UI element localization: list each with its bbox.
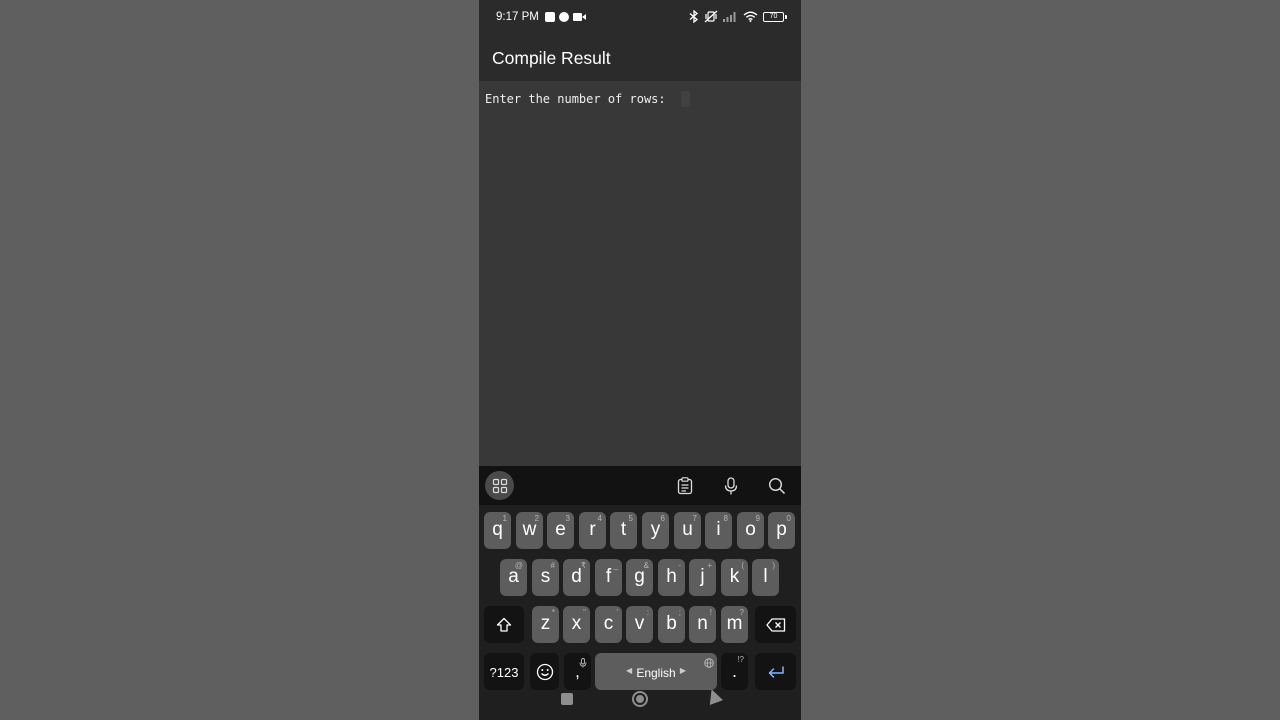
period-key[interactable]: . !? (721, 653, 748, 690)
shift-arrow-icon (484, 606, 524, 643)
recents-square-icon[interactable] (561, 693, 573, 705)
key-q[interactable]: q1 (484, 512, 511, 549)
key-e[interactable]: e3 (547, 512, 574, 549)
key-v[interactable]: v: (626, 606, 653, 643)
keyboard-toolbar (479, 466, 801, 505)
symbols-key[interactable]: ?123 (484, 653, 524, 690)
mic-hint-icon (579, 655, 587, 673)
signal-bars-icon (723, 12, 736, 22)
clipboard-icon[interactable] (674, 475, 696, 497)
app-bar: Compile Result (479, 34, 801, 81)
emoji-key[interactable] (530, 653, 559, 690)
status-time: 9:17 PM (496, 11, 539, 23)
back-triangle-icon[interactable] (705, 687, 723, 705)
key-r[interactable]: r4 (579, 512, 606, 549)
key-b[interactable]: b; (658, 606, 685, 643)
text-cursor (681, 91, 690, 107)
key-x[interactable]: x " (563, 606, 590, 643)
key-j[interactable]: j + (689, 559, 716, 596)
key-u[interactable]: u7 (674, 512, 701, 549)
key-p[interactable]: p0 (768, 512, 795, 549)
vibrate-off-icon (704, 10, 718, 23)
keyboard: q1 w2 e3 r4 t5 y6 u7 i8 o9 p0 a @ s # d ₹ f… (479, 505, 801, 720)
search-icon[interactable] (766, 475, 788, 497)
key-y[interactable]: y6 (642, 512, 669, 549)
page-title: Compile Result (492, 48, 611, 68)
key-f[interactable]: f _ (595, 559, 622, 596)
key-a[interactable]: a @ (500, 559, 527, 596)
key-d[interactable]: d ₹ (563, 559, 590, 596)
circle-dot-icon (559, 12, 569, 22)
key-m[interactable]: m? (721, 606, 748, 643)
key-n[interactable]: n! (689, 606, 716, 643)
key-l[interactable]: l) (752, 559, 779, 596)
key-c[interactable]: c ' (595, 606, 622, 643)
bluetooth-icon (689, 10, 699, 23)
grid-menu-icon[interactable] (485, 471, 514, 500)
upload-box-icon (545, 12, 555, 22)
key-z[interactable]: z * (532, 606, 559, 643)
key-i[interactable]: i8 (705, 512, 732, 549)
key-k[interactable]: k( (721, 559, 748, 596)
key-s[interactable]: s # (532, 559, 559, 596)
console-output-area[interactable]: Enter the number of rows: (479, 81, 801, 466)
battery-icon: 70 (763, 11, 787, 22)
backspace-icon (755, 606, 796, 643)
console-prompt-text: Enter the number of rows: (485, 92, 673, 106)
space-key[interactable]: ◀ English ▶ (595, 653, 717, 690)
home-circle-icon[interactable] (632, 691, 648, 707)
wifi-icon (743, 11, 758, 22)
key-o[interactable]: o9 (737, 512, 764, 549)
microphone-icon[interactable] (720, 475, 742, 497)
enter-arrow-icon (755, 653, 796, 690)
backspace-key[interactable] (755, 606, 796, 643)
shift-key[interactable] (484, 606, 524, 643)
video-camera-icon (573, 13, 586, 21)
key-g[interactable]: g & (626, 559, 653, 596)
key-w[interactable]: w2 (516, 512, 543, 549)
comma-key[interactable]: , (564, 653, 591, 690)
phone-screen: 9:17 PM 70 Compile Result Enter the numb… (479, 0, 801, 720)
status-bar: 9:17 PM 70 (479, 0, 801, 34)
key-t[interactable]: t5 (610, 512, 637, 549)
smiley-icon (530, 653, 559, 690)
key-h[interactable]: h- (658, 559, 685, 596)
enter-key[interactable] (755, 653, 796, 690)
arrow-right-icon: ▶ (679, 666, 686, 675)
globe-icon (704, 655, 714, 673)
